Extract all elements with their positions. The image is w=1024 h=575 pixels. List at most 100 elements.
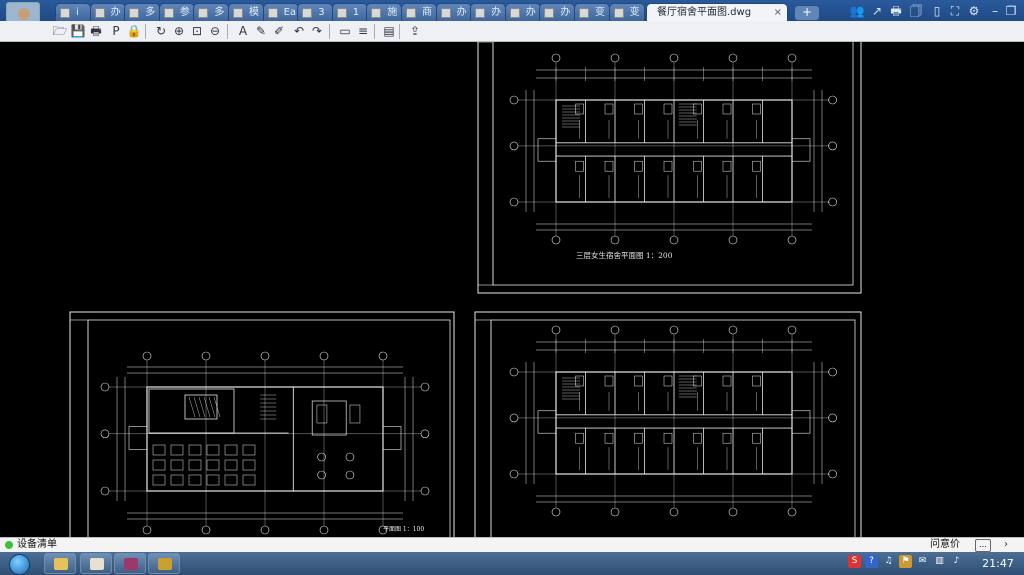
bathroom <box>752 160 761 172</box>
tab-11[interactable]: 办 <box>435 3 472 21</box>
taskbar-app-viewer[interactable] <box>148 553 180 574</box>
chat-icon[interactable]: … <box>975 539 991 552</box>
file-icon <box>406 8 416 18</box>
tab-1[interactable]: 办 <box>89 3 126 21</box>
taskbar-app-explorer[interactable] <box>44 553 76 574</box>
cad-drawing[interactable]: 三层女生宿舍平面图 1：200 平面图 1：100 <box>0 42 1024 537</box>
drawing-canvas[interactable]: 三层女生宿舍平面图 1：200 平面图 1：100 <box>0 42 1024 537</box>
tab-14[interactable]: 办 <box>539 3 576 21</box>
restore-button[interactable]: ❐ <box>1003 3 1019 19</box>
text-icon[interactable]: A <box>235 23 251 39</box>
hatch <box>198 396 206 418</box>
layer-line-icon[interactable]: ▭ <box>337 23 353 39</box>
file-icon <box>129 8 140 18</box>
save-icon[interactable]: 💾 <box>70 23 86 39</box>
tab-16[interactable]: 变 <box>608 3 645 21</box>
zoom-out-icon[interactable]: ⊖ <box>207 23 223 39</box>
toolbar-separator <box>145 24 146 39</box>
bathroom <box>722 103 732 115</box>
redo-icon[interactable]: ↷ <box>309 23 325 39</box>
active-tab-label: 餐厅宿舍平面图.dwg <box>657 7 752 18</box>
tab-label: 多 <box>214 7 225 18</box>
tab-4[interactable]: 多 <box>193 3 230 21</box>
tab-9[interactable]: 施 <box>366 3 403 21</box>
pdf-icon[interactable]: P <box>108 23 124 39</box>
pencil-icon[interactable]: ✎ <box>253 23 269 39</box>
open-icon[interactable]: 🗁 <box>52 23 68 39</box>
fullscreen-icon[interactable]: ⛶ <box>947 3 963 19</box>
tray-icon-6[interactable]: ♪ <box>950 555 963 568</box>
bathroom <box>663 375 673 387</box>
grid-bubble <box>420 429 430 439</box>
layers-icon[interactable]: ▤ <box>381 23 397 39</box>
tab-5[interactable]: 模 <box>228 3 264 21</box>
tray-icon-1[interactable]: ? <box>865 555 878 568</box>
feedback-link[interactable]: 问意价 <box>930 538 970 552</box>
grid-bubble <box>260 351 270 361</box>
close-tab-icon[interactable]: × <box>774 4 782 21</box>
tab-2[interactable]: 多 <box>124 3 161 21</box>
grid-bubble <box>319 351 329 361</box>
zoom-window-icon[interactable]: ⊡ <box>189 23 205 39</box>
bathroom <box>575 432 584 444</box>
lock-icon[interactable]: 🔒 <box>126 23 142 39</box>
tab-12[interactable]: 办 <box>470 3 507 21</box>
dining-table <box>152 444 166 456</box>
grid-bubble <box>787 235 797 245</box>
markup-icon[interactable]: ✐ <box>271 23 287 39</box>
phone-icon[interactable]: ▯ <box>929 3 945 19</box>
undo-icon[interactable]: ↶ <box>291 23 307 39</box>
zoom-in-icon[interactable]: ⊕ <box>171 23 187 39</box>
tray-icon-2[interactable]: ♫ <box>882 555 895 568</box>
porch <box>537 138 557 162</box>
tray-icon-3[interactable]: ⚑ <box>899 555 912 568</box>
equipment-list-label[interactable]: 设备清单 <box>17 538 57 552</box>
tab-6[interactable]: Ea <box>262 3 299 21</box>
file-icon <box>302 8 313 18</box>
tab-label: 办 <box>456 7 467 18</box>
print-icon[interactable]: 🖶 <box>88 23 104 39</box>
grid-bubble <box>610 325 620 335</box>
grid-bubble <box>201 351 211 361</box>
tab-10[interactable]: 商 <box>401 3 437 21</box>
layer-stack-icon[interactable]: ≡ <box>355 23 371 39</box>
skin-icon[interactable]: 🗍 <box>908 3 924 19</box>
file-icon <box>198 8 209 18</box>
column <box>317 452 326 462</box>
start-button[interactable] <box>2 552 36 575</box>
tab-7[interactable]: 3 <box>297 3 334 21</box>
tab-3[interactable]: 参 <box>158 3 195 21</box>
tab-label: 办 <box>491 7 502 18</box>
porch <box>791 138 811 162</box>
toolbar-separator <box>227 24 228 39</box>
rotate-icon[interactable]: ↻ <box>153 23 169 39</box>
tray-icon-0[interactable]: S <box>848 555 861 568</box>
tab-13[interactable]: 办 <box>504 3 541 21</box>
tab-0[interactable]: i <box>55 3 91 21</box>
users-icon[interactable]: 👥 <box>849 3 865 19</box>
tab-15[interactable]: 变 <box>574 3 610 21</box>
bathroom <box>693 375 702 387</box>
expand-icon[interactable]: › <box>1004 538 1008 552</box>
tab-label: 办 <box>525 7 536 18</box>
new-tab-button[interactable]: + <box>794 5 820 21</box>
settings-icon[interactable]: ⚙ <box>966 3 982 19</box>
minimize-button[interactable]: – <box>987 3 1003 19</box>
grid-bubble <box>420 486 430 496</box>
tray-icon-5[interactable]: ▥ <box>933 555 946 568</box>
tab-active[interactable]: 餐厅宿舍平面图.dwg × <box>646 3 788 21</box>
taskbar-app-winrar[interactable] <box>114 553 146 574</box>
tab-label: i <box>76 7 79 18</box>
share-icon[interactable]: ↗ <box>869 3 885 19</box>
tab-label: 参 <box>179 7 190 18</box>
tray-icon-4[interactable]: ✉ <box>916 555 929 568</box>
print-icon[interactable]: 🖶 <box>888 3 904 19</box>
tab-8[interactable]: 1 <box>331 3 368 21</box>
grid-bubble <box>669 53 679 63</box>
grid-bubble <box>610 507 620 517</box>
taskbar-app-user[interactable] <box>80 553 112 574</box>
export-icon[interactable]: ⇪ <box>407 23 423 39</box>
plan-caption-top: 三层女生宿舍平面图 1：200 <box>576 250 673 260</box>
sheet-frame-bottom-right <box>474 311 862 537</box>
clock[interactable]: 21:47 <box>978 552 1018 575</box>
